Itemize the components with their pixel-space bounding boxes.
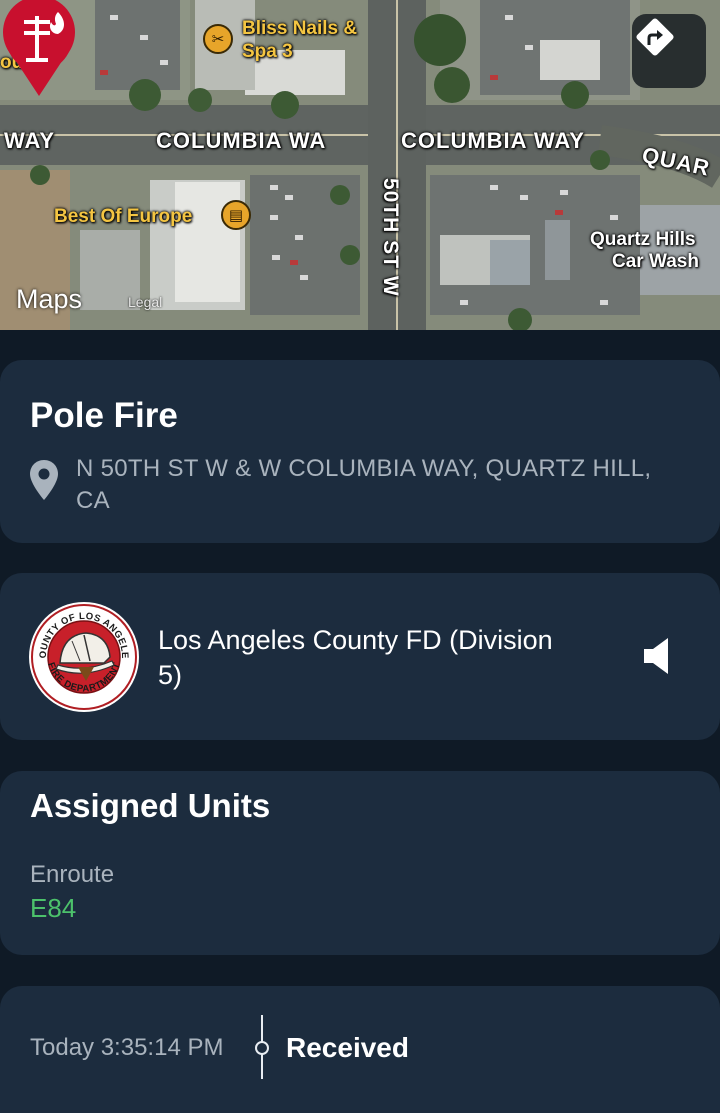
- nail-salon-icon[interactable]: ✂: [203, 24, 233, 54]
- location-pin-icon: [30, 460, 58, 500]
- timeline-dot: [255, 1041, 269, 1055]
- assigned-units-title: Assigned Units: [30, 787, 271, 824]
- poi-label-best-of-europe[interactable]: Best Of Europe: [54, 206, 192, 228]
- directions-button[interactable]: [632, 14, 706, 88]
- unit-id[interactable]: E84: [30, 893, 76, 924]
- timeline-event-label: Received: [286, 1032, 409, 1063]
- timeline-time: Today 3:35:14 PM: [30, 1034, 224, 1061]
- pole-fire-icon[interactable]: [0, 0, 78, 98]
- incident-card: Pole Fire N 50TH ST W & W COLUMBIA WAY, …: [0, 360, 720, 543]
- map-view[interactable]: WAY COLUMBIA WA COLUMBIA WAY QUAR 50TH S…: [0, 0, 720, 330]
- speaker-icon[interactable]: [642, 636, 674, 676]
- maps-legal-link[interactable]: Legal: [128, 294, 162, 310]
- street-label-way: WAY: [4, 128, 56, 153]
- assigned-units-card: Assigned Units Enroute E84: [0, 771, 720, 955]
- street-label-columbia-west: COLUMBIA WA: [156, 128, 327, 153]
- agency-card[interactable]: COUNTY OF LOS ANGELES FIRE DEPARTMENT Lo…: [0, 573, 720, 740]
- satellite-imagery: [0, 0, 720, 330]
- incident-title: Pole Fire: [30, 396, 178, 435]
- store-icon[interactable]: ▤: [221, 200, 251, 230]
- poi-label-car-wash-1[interactable]: Quartz Hills: [590, 229, 696, 251]
- poi-label-car-wash-2[interactable]: Car Wash: [612, 251, 699, 273]
- poi-label-bliss-nails-1[interactable]: Bliss Nails &: [242, 18, 357, 40]
- timeline-card: Today 3:35:14 PM Received: [0, 986, 720, 1113]
- directions-icon: [636, 18, 674, 56]
- street-label-columbia-east: COLUMBIA WAY: [401, 128, 585, 153]
- apple-maps-brand: Maps: [16, 284, 83, 314]
- fire-department-seal-icon: COUNTY OF LOS ANGELES FIRE DEPARTMENT: [28, 601, 139, 712]
- unit-status-label: Enroute: [30, 861, 115, 888]
- agency-name: Los Angeles County FD (Division 5): [158, 625, 553, 690]
- poi-label-bliss-nails-2[interactable]: Spa 3: [242, 41, 293, 63]
- incident-location[interactable]: N 50TH ST W & W COLUMBIA WAY, QUARTZ HIL…: [76, 453, 656, 517]
- street-label-50th: 50TH ST W: [379, 178, 402, 297]
